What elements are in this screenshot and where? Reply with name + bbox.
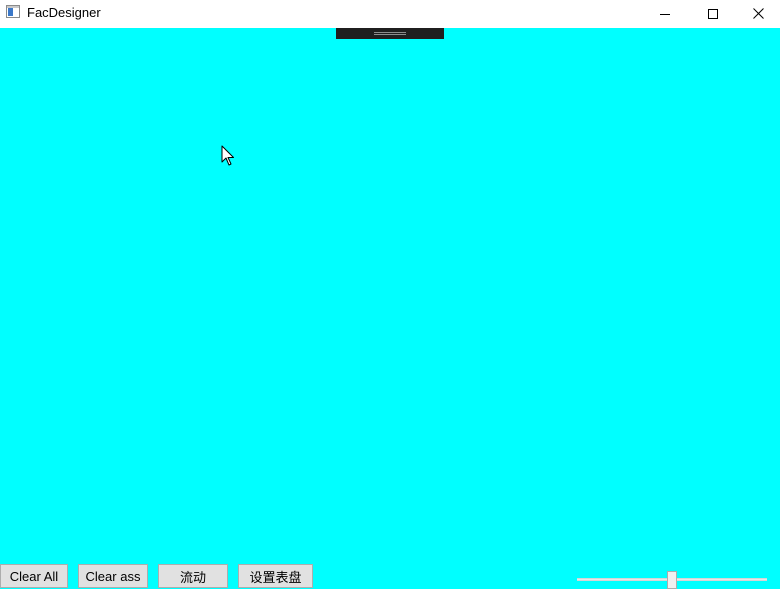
maximize-button[interactable] <box>690 0 736 27</box>
app-window-icon[interactable] <box>6 5 20 18</box>
title-bar[interactable]: FacDesigner <box>0 0 780 27</box>
drag-handle[interactable] <box>336 28 444 39</box>
slider-thumb[interactable] <box>667 571 677 589</box>
design-canvas[interactable]: Clear All Clear ass 流动 设置表盘 <box>0 28 780 589</box>
window-title: FacDesigner <box>27 5 101 20</box>
maximize-icon <box>708 8 718 19</box>
app-window: FacDesigner Clear All Clear ass 流动 设置表盘 <box>0 0 780 589</box>
set-dial-button[interactable]: 设置表盘 <box>238 564 313 588</box>
zoom-slider[interactable] <box>577 568 767 589</box>
minimize-icon <box>660 13 670 15</box>
grip-line <box>374 32 406 33</box>
mouse-cursor-icon <box>221 145 234 166</box>
close-icon <box>752 8 764 19</box>
app-icon-pane <box>8 8 13 16</box>
minimize-button[interactable] <box>642 0 688 27</box>
clear-all-button[interactable]: Clear All <box>0 564 68 588</box>
close-button[interactable] <box>735 0 780 27</box>
clear-ass-button[interactable]: Clear ass <box>78 564 148 588</box>
flow-button[interactable]: 流动 <box>158 564 228 588</box>
grip-line <box>374 34 406 35</box>
